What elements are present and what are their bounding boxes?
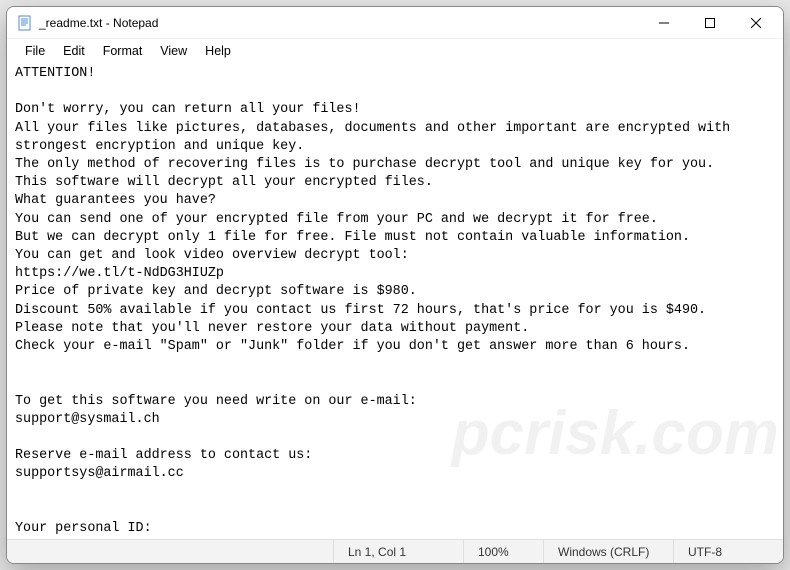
window-title: _readme.txt - Notepad xyxy=(39,16,158,30)
close-button[interactable] xyxy=(733,8,779,38)
minimize-button[interactable] xyxy=(641,8,687,38)
status-position: Ln 1, Col 1 xyxy=(333,540,463,563)
menu-help[interactable]: Help xyxy=(197,42,239,60)
menu-view[interactable]: View xyxy=(152,42,195,60)
menu-format[interactable]: Format xyxy=(95,42,151,60)
titlebar: _readme.txt - Notepad xyxy=(7,7,783,39)
text-editor[interactable]: ATTENTION! Don't worry, you can return a… xyxy=(7,63,783,539)
menu-edit[interactable]: Edit xyxy=(55,42,93,60)
content-area: ATTENTION! Don't worry, you can return a… xyxy=(7,63,783,539)
notepad-icon xyxy=(17,15,33,31)
statusbar: Ln 1, Col 1 100% Windows (CRLF) UTF-8 xyxy=(7,539,783,563)
notepad-window: _readme.txt - Notepad File Edit Format V… xyxy=(6,6,784,564)
status-line-ending: Windows (CRLF) xyxy=(543,540,673,563)
maximize-button[interactable] xyxy=(687,8,733,38)
status-zoom: 100% xyxy=(463,540,543,563)
status-encoding: UTF-8 xyxy=(673,540,783,563)
menubar: File Edit Format View Help xyxy=(7,39,783,63)
menu-file[interactable]: File xyxy=(17,42,53,60)
